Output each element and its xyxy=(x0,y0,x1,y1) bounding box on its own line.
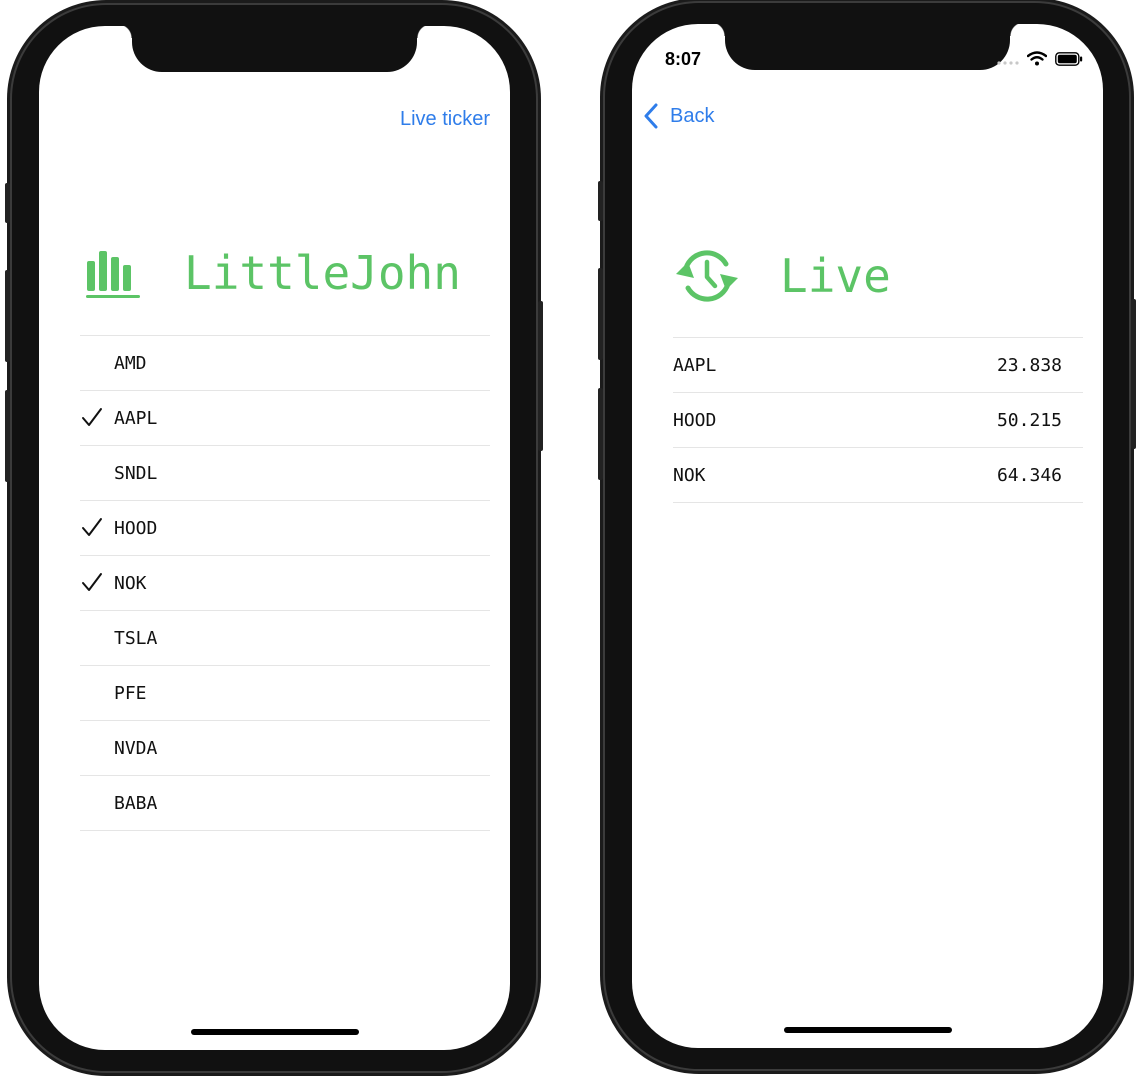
phone-right: 8:07 Back Live AAPL 23.838 HOOD 50.215 N… xyxy=(598,3,1136,1069)
volume-down-button xyxy=(598,388,603,480)
symbol-row[interactable]: AMD xyxy=(80,336,490,391)
status-icons xyxy=(997,51,1083,70)
symbol-label: AAPL xyxy=(114,407,158,429)
back-button[interactable]: Back xyxy=(642,103,714,129)
screen-live: 8:07 Back Live AAPL 23.838 HOOD 50.215 N… xyxy=(632,24,1103,1048)
symbol-label: PFE xyxy=(114,682,147,704)
symbol-label: NVDA xyxy=(114,737,158,759)
symbol-row[interactable]: PFE xyxy=(80,666,490,721)
back-label: Back xyxy=(670,104,715,127)
symbol-row[interactable]: HOOD xyxy=(80,501,490,556)
ticker-symbol: NOK xyxy=(673,464,706,486)
power-button xyxy=(1131,299,1136,449)
chart-bars-icon xyxy=(86,247,140,299)
ticker-row: NOK 64.346 xyxy=(673,448,1083,503)
ticker-row: HOOD 50.215 xyxy=(673,393,1083,448)
symbol-label: HOOD xyxy=(114,517,158,539)
symbol-label: TSLA xyxy=(114,627,158,649)
wifi-icon xyxy=(1026,51,1048,70)
chevron-left-icon xyxy=(642,103,662,129)
phone-left: Live ticker LittleJohn AMD AAPL SNDL HOOD NO… xyxy=(5,5,543,1071)
ticker-price: 64.346 xyxy=(996,464,1062,486)
symbol-label: NOK xyxy=(114,572,147,594)
symbol-row[interactable]: NOK xyxy=(80,556,490,611)
clock-refresh-icon xyxy=(674,246,740,306)
notch xyxy=(118,26,431,72)
symbol-row[interactable]: NVDA xyxy=(80,721,490,776)
power-button xyxy=(538,301,543,451)
symbol-label: AMD xyxy=(114,352,147,374)
volume-up-button xyxy=(598,268,603,360)
app-header: LittleJohn xyxy=(86,246,461,300)
live-title: Live xyxy=(780,249,891,303)
mute-switch xyxy=(5,183,10,223)
live-ticker-list: AAPL 23.838 HOOD 50.215 NOK 64.346 xyxy=(673,337,1083,503)
home-indicator[interactable] xyxy=(191,1029,359,1035)
checkmark-icon xyxy=(80,571,104,595)
checkmark-icon xyxy=(80,406,104,430)
symbol-label: BABA xyxy=(114,792,158,814)
battery-icon xyxy=(1055,51,1083,70)
home-indicator[interactable] xyxy=(784,1027,952,1033)
ticker-row: AAPL 23.838 xyxy=(673,338,1083,393)
app-title: LittleJohn xyxy=(184,246,461,300)
checkmark-icon xyxy=(80,516,104,540)
volume-down-button xyxy=(5,390,10,482)
symbol-row[interactable]: TSLA xyxy=(80,611,490,666)
symbol-row[interactable]: BABA xyxy=(80,776,490,831)
signal-dots-icon xyxy=(997,51,1019,70)
volume-up-button xyxy=(5,270,10,362)
symbol-label: SNDL xyxy=(114,462,158,484)
notch xyxy=(711,24,1024,70)
symbol-list: AMD AAPL SNDL HOOD NOK TSLA PFE NVDA BABA xyxy=(80,335,490,831)
ticker-symbol: AAPL xyxy=(673,354,717,376)
live-header: Live xyxy=(674,246,891,306)
symbol-row[interactable]: SNDL xyxy=(80,446,490,501)
status-time: 8:07 xyxy=(665,49,702,69)
symbol-row[interactable]: AAPL xyxy=(80,391,490,446)
live-ticker-button[interactable]: Live ticker xyxy=(400,108,490,131)
screen-stock-selection: Live ticker LittleJohn AMD AAPL SNDL HOOD NO… xyxy=(39,26,510,1050)
mute-switch xyxy=(598,181,603,221)
ticker-price: 50.215 xyxy=(996,409,1062,431)
ticker-symbol: HOOD xyxy=(673,409,717,431)
ticker-price: 23.838 xyxy=(996,354,1062,376)
